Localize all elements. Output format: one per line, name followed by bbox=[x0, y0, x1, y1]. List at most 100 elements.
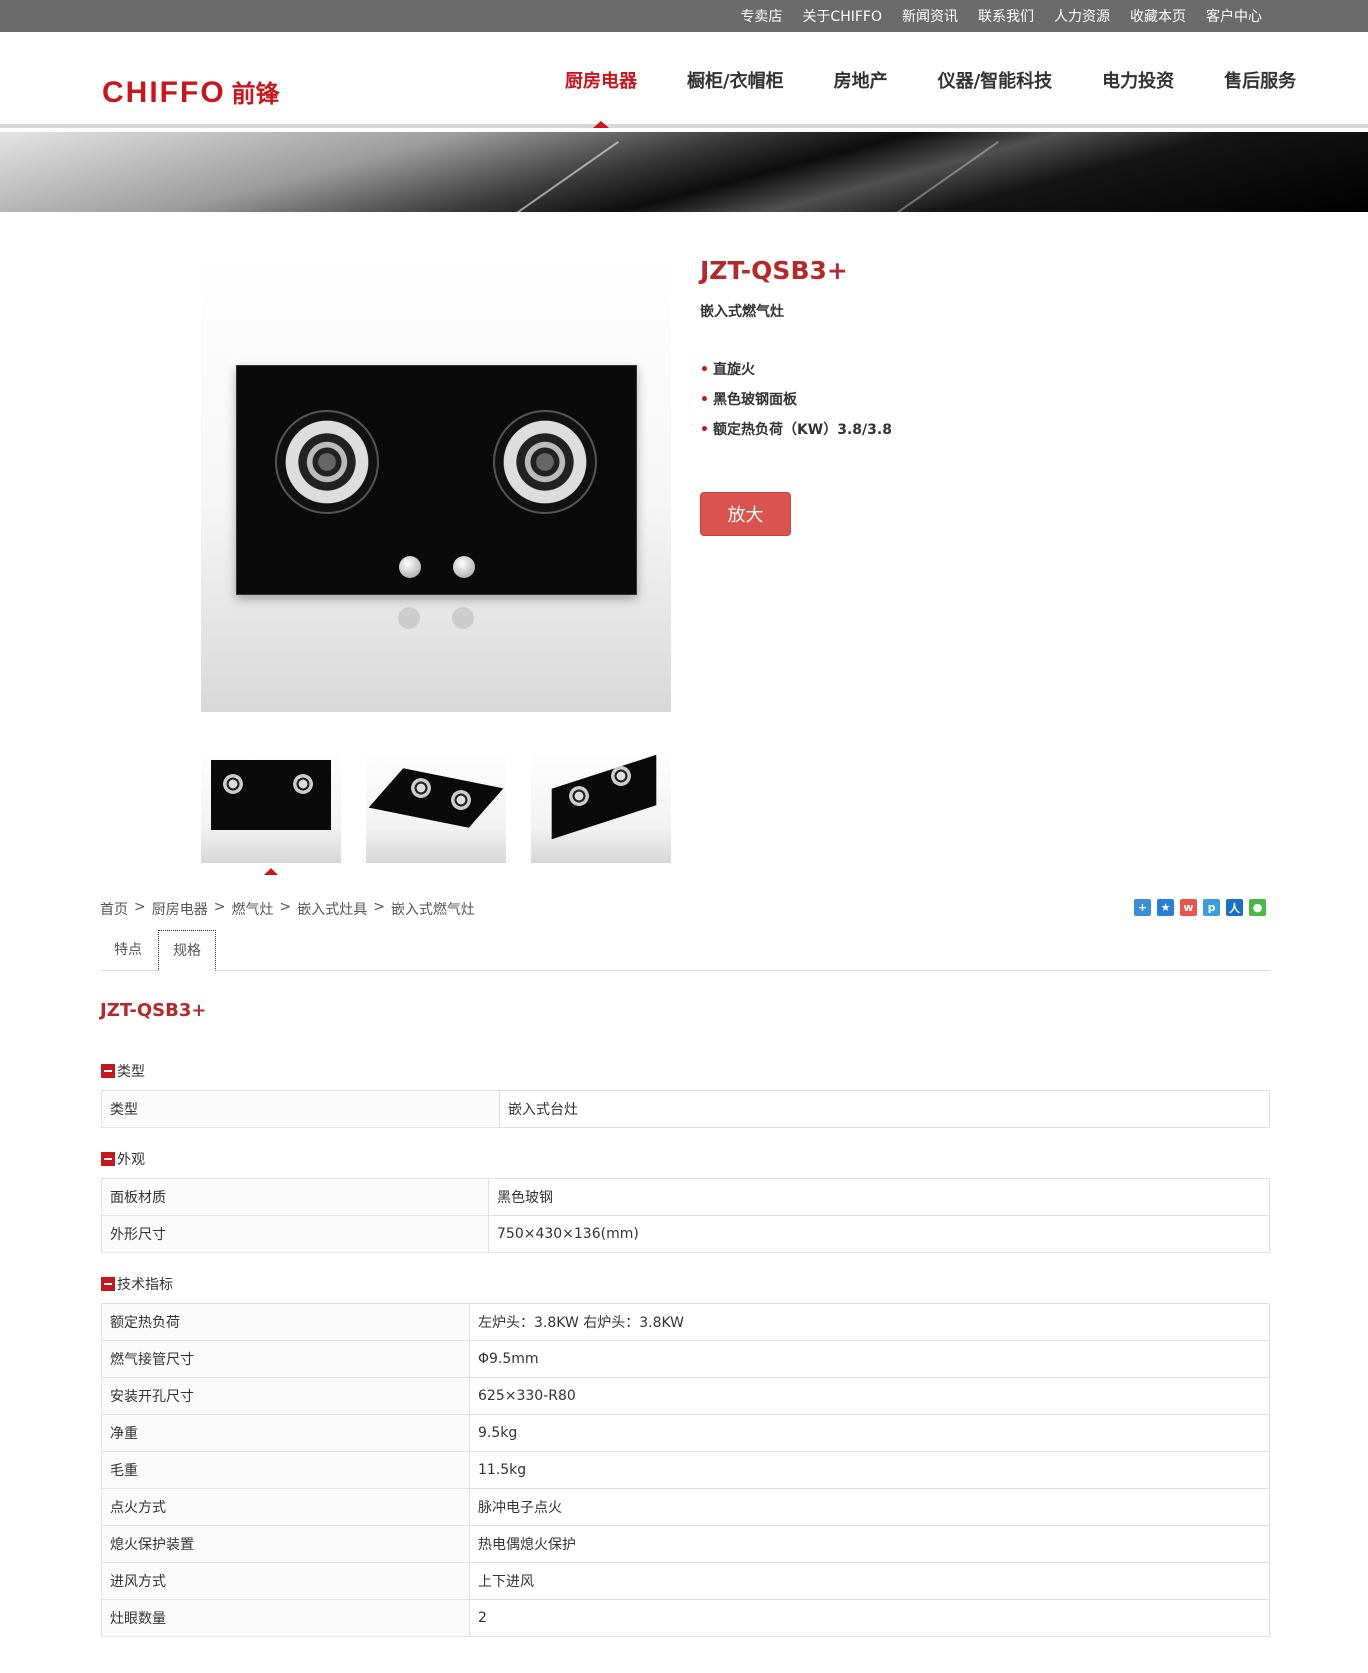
right-burner bbox=[493, 410, 597, 514]
top-utility-bar: 专卖店 关于CHIFFO 新闻资讯 联系我们 人力资源 收藏本页 客户中心 bbox=[0, 0, 1368, 32]
zoom-button[interactable]: 放大 bbox=[700, 492, 791, 536]
spec-value: 625×330-R80 bbox=[469, 1377, 1270, 1415]
spec-key: 净重 bbox=[101, 1414, 470, 1452]
weibo-icon[interactable]: w bbox=[1180, 899, 1197, 916]
thumbnail-1[interactable] bbox=[201, 748, 341, 875]
spec-value: 嵌入式台灶 bbox=[499, 1090, 1270, 1128]
site-header: CHIFFO 前锋 厨房电器 橱柜/衣帽柜 房地产 仪器/智能科技 电力投资 售… bbox=[0, 32, 1368, 128]
thumbnail-3[interactable] bbox=[531, 748, 671, 863]
product-info: JZT-QSB3+ 嵌入式燃气灶 直旋火 黑色玻钢面板 额定热负荷（KW）3.8… bbox=[700, 256, 892, 445]
spec-section-technical[interactable]: 技术指标 bbox=[101, 1274, 173, 1294]
wechat-icon[interactable]: ● bbox=[1249, 899, 1266, 916]
product-thumbnails bbox=[201, 748, 696, 875]
share-more-icon[interactable]: + bbox=[1134, 899, 1151, 916]
site-logo[interactable]: CHIFFO 前锋 bbox=[102, 74, 280, 110]
product-model: JZT-QSB3+ bbox=[700, 256, 848, 285]
table-row: 灶眼数量 2 bbox=[101, 1599, 1270, 1637]
breadcrumb-built-in-gas-stove[interactable]: 嵌入式燃气灶 bbox=[391, 899, 475, 919]
spec-section-title: 技术指标 bbox=[117, 1277, 173, 1293]
spec-key: 额定热负荷 bbox=[101, 1303, 470, 1341]
logo-text-cn: 前锋 bbox=[231, 80, 280, 108]
product-main-image[interactable] bbox=[201, 252, 671, 712]
tencent-weibo-icon[interactable]: p bbox=[1203, 899, 1220, 916]
spec-table-technical: 额定热负荷 左炉头：3.8KW 右炉头：3.8KW 燃气接管尺寸 Φ9.5mm … bbox=[101, 1303, 1270, 1637]
spec-value: 750×430×136(mm) bbox=[488, 1215, 1270, 1253]
breadcrumb-kitchen-appliances[interactable]: 厨房电器 bbox=[152, 899, 208, 919]
stove-image bbox=[236, 365, 637, 595]
feature-item: 黑色玻钢面板 bbox=[700, 385, 892, 415]
table-row: 外形尺寸 750×430×136(mm) bbox=[101, 1215, 1270, 1253]
top-link-hr[interactable]: 人力资源 bbox=[1054, 6, 1110, 26]
spec-key: 安装开孔尺寸 bbox=[101, 1377, 470, 1415]
top-link-bookmark[interactable]: 收藏本页 bbox=[1130, 6, 1186, 26]
top-link-about[interactable]: 关于CHIFFO bbox=[802, 6, 882, 26]
spec-value: 上下进风 bbox=[469, 1562, 1270, 1600]
top-link-news[interactable]: 新闻资讯 bbox=[902, 6, 958, 26]
spec-section-title: 外观 bbox=[117, 1152, 145, 1168]
knob bbox=[399, 556, 421, 578]
top-link-contact[interactable]: 联系我们 bbox=[978, 6, 1034, 26]
thumbnail-2[interactable] bbox=[366, 748, 506, 863]
detail-tabs: 特点 规格 bbox=[100, 930, 1270, 971]
spec-key: 进风方式 bbox=[101, 1562, 470, 1600]
spec-key: 类型 bbox=[101, 1090, 500, 1128]
table-row: 类型 嵌入式台灶 bbox=[101, 1090, 1270, 1128]
table-row: 安装开孔尺寸 625×330-R80 bbox=[101, 1377, 1270, 1415]
nav-item-instruments[interactable]: 仪器/智能科技 bbox=[913, 32, 1078, 128]
spec-value: 脉冲电子点火 bbox=[469, 1488, 1270, 1526]
product-features: 直旋火 黑色玻钢面板 额定热负荷（KW）3.8/3.8 bbox=[700, 355, 892, 445]
spec-section-title: 类型 bbox=[117, 1064, 145, 1080]
breadcrumb-home[interactable]: 首页 bbox=[100, 899, 128, 919]
product-subtitle: 嵌入式燃气灶 bbox=[700, 304, 784, 320]
table-row: 熄火保护装置 热电偶熄火保护 bbox=[101, 1525, 1270, 1563]
table-row: 进风方式 上下进风 bbox=[101, 1562, 1270, 1600]
feature-item: 直旋火 bbox=[700, 355, 892, 385]
share-icons: + ★ w p 人 ● bbox=[1128, 899, 1266, 916]
spec-model-title: JZT-QSB3+ bbox=[100, 1000, 207, 1021]
spec-value: 热电偶熄火保护 bbox=[469, 1525, 1270, 1563]
table-row: 额定热负荷 左炉头：3.8KW 右炉头：3.8KW bbox=[101, 1303, 1270, 1341]
nav-item-real-estate[interactable]: 房地产 bbox=[809, 32, 913, 128]
table-row: 燃气接管尺寸 Φ9.5mm bbox=[101, 1340, 1270, 1378]
nav-item-cabinets[interactable]: 橱柜/衣帽柜 bbox=[662, 32, 809, 128]
logo-text-en: CHIFFO bbox=[102, 76, 226, 109]
spec-section-appearance[interactable]: 外观 bbox=[101, 1149, 145, 1169]
collapse-icon[interactable] bbox=[101, 1064, 115, 1078]
breadcrumb-built-in-stoves[interactable]: 嵌入式灶具 bbox=[297, 899, 367, 919]
top-links: 专卖店 关于CHIFFO 新闻资讯 联系我们 人力资源 收藏本页 客户中心 bbox=[720, 0, 1262, 32]
spec-table-type: 类型 嵌入式台灶 bbox=[101, 1090, 1270, 1128]
tab-features[interactable]: 特点 bbox=[100, 930, 156, 970]
spec-key: 外形尺寸 bbox=[101, 1215, 489, 1253]
table-row: 面板材质 黑色玻钢 bbox=[101, 1178, 1270, 1216]
top-link-stores[interactable]: 专卖店 bbox=[740, 6, 782, 26]
spec-value: 11.5kg bbox=[469, 1451, 1270, 1489]
nav-item-power-investment[interactable]: 电力投资 bbox=[1077, 32, 1199, 128]
tab-specifications[interactable]: 规格 bbox=[158, 930, 216, 971]
spec-value: 黑色玻钢 bbox=[488, 1178, 1270, 1216]
nav-item-kitchen-appliances[interactable]: 厨房电器 bbox=[540, 32, 662, 128]
main-nav: 厨房电器 橱柜/衣帽柜 房地产 仪器/智能科技 电力投资 售后服务 bbox=[540, 32, 1321, 128]
spec-key: 灶眼数量 bbox=[101, 1599, 470, 1637]
spec-table-appearance: 面板材质 黑色玻钢 外形尺寸 750×430×136(mm) bbox=[101, 1178, 1270, 1253]
spec-key: 面板材质 bbox=[101, 1178, 489, 1216]
page-banner bbox=[0, 132, 1368, 212]
spec-key: 毛重 bbox=[101, 1451, 470, 1489]
spec-key: 熄火保护装置 bbox=[101, 1525, 470, 1563]
spec-value: Φ9.5mm bbox=[469, 1340, 1270, 1378]
spec-section-type[interactable]: 类型 bbox=[101, 1061, 145, 1081]
breadcrumb-gas-stoves[interactable]: 燃气灶 bbox=[231, 899, 273, 919]
spec-value: 左炉头：3.8KW 右炉头：3.8KW bbox=[469, 1303, 1270, 1341]
table-row: 毛重 11.5kg bbox=[101, 1451, 1270, 1489]
top-link-customer-center[interactable]: 客户中心 bbox=[1206, 6, 1262, 26]
breadcrumb: 首页 > 厨房电器 > 燃气灶 > 嵌入式灶具 > 嵌入式燃气灶 bbox=[100, 899, 475, 919]
collapse-icon[interactable] bbox=[101, 1277, 115, 1291]
left-burner bbox=[275, 410, 379, 514]
knob bbox=[453, 556, 475, 578]
spec-key: 点火方式 bbox=[101, 1488, 470, 1526]
collapse-icon[interactable] bbox=[101, 1152, 115, 1166]
nav-item-after-sales[interactable]: 售后服务 bbox=[1199, 32, 1321, 128]
table-row: 净重 9.5kg bbox=[101, 1414, 1270, 1452]
renren-icon[interactable]: 人 bbox=[1226, 899, 1243, 916]
qzone-icon[interactable]: ★ bbox=[1157, 899, 1174, 916]
spec-value: 9.5kg bbox=[469, 1414, 1270, 1452]
